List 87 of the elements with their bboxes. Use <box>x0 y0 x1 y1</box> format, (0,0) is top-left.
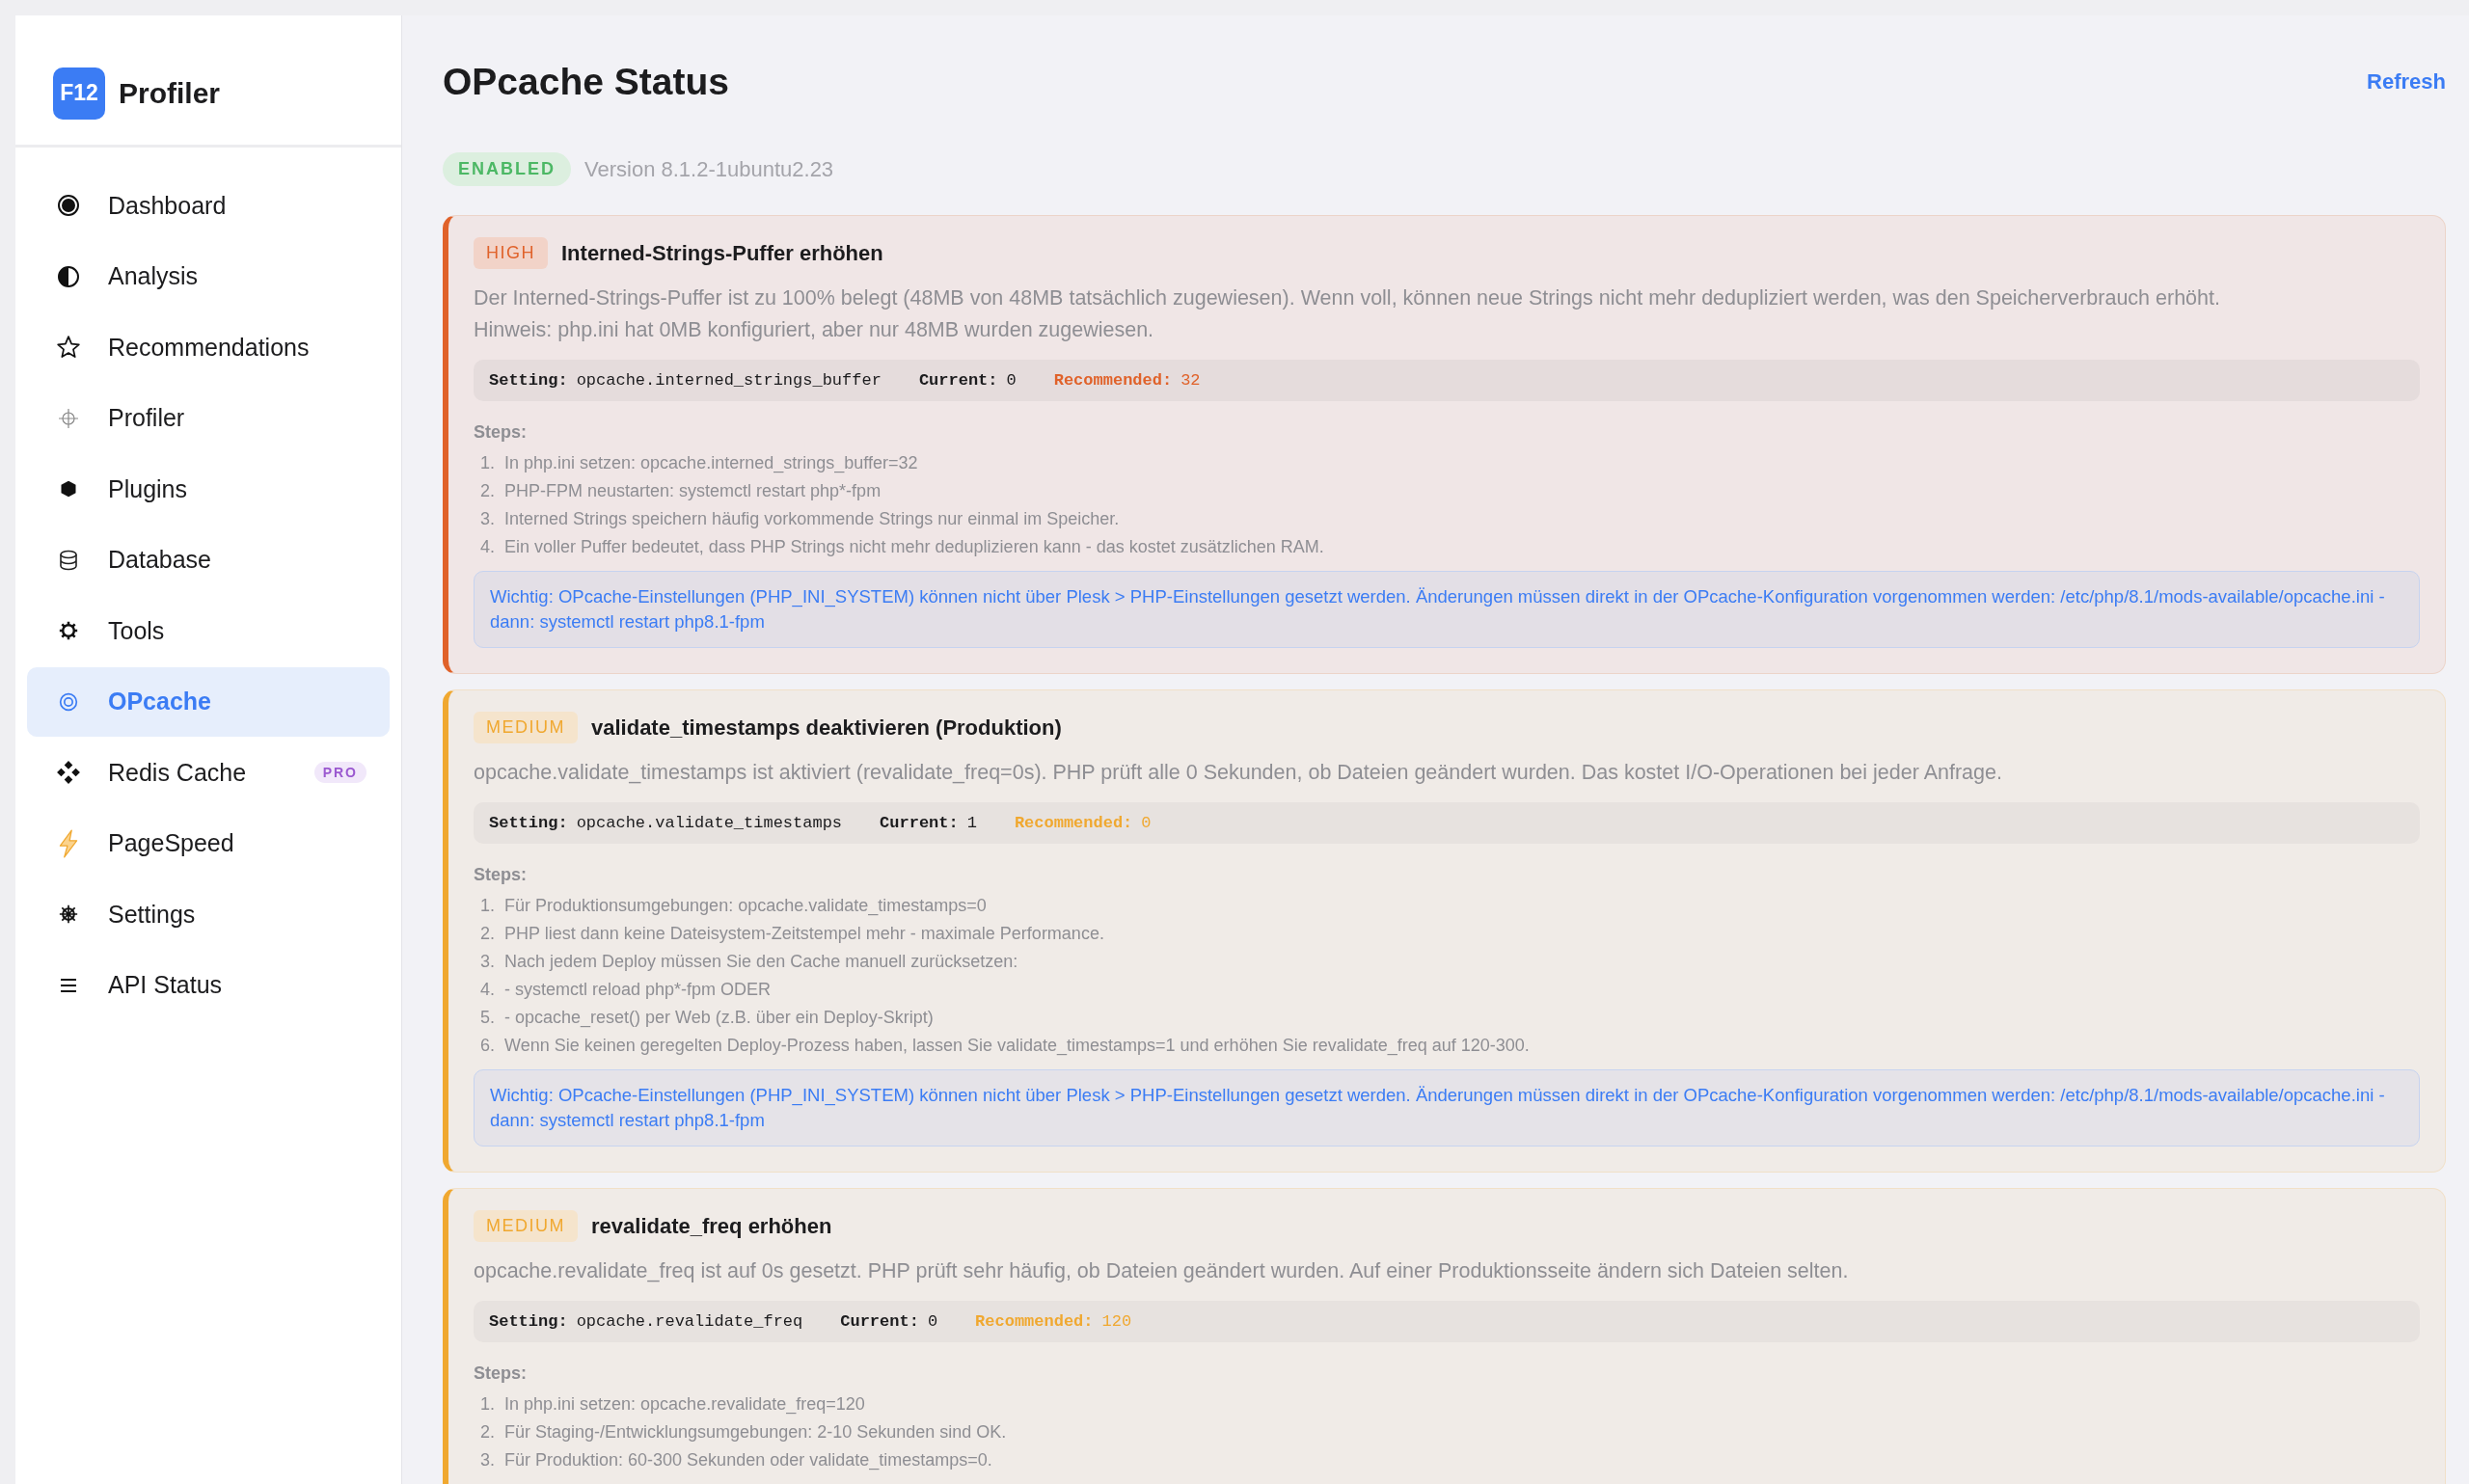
recommendation-description: Der Interned-Strings-Puffer ist zu 100% belegt (48MB von 48MB tatsächlich zugewiesen). Wenn voll, können neue Strings nicht mehr dedupliziert werden, was den Speicherverbrauch erhöht. Hinweis: php.ini hat 0MB konfiguriert, aber nur 48MB wurden zugewiesen. <box>474 285 2221 343</box>
setting-label: Setting: <box>489 371 568 390</box>
step-number: 5. <box>479 1007 495 1028</box>
pro-badge: PRO <box>313 762 366 783</box>
radio-circle-icon <box>57 194 80 217</box>
ship-wheel-icon <box>59 904 78 924</box>
sidebar-item[interactable]: Database <box>27 525 390 595</box>
database-icon <box>59 549 78 571</box>
sidebar-item[interactable]: Analysis <box>27 241 390 311</box>
severity-badge: MEDIUM <box>474 712 578 743</box>
recommendation-description: opcache.revalidate_freq ist auf 0s gesetzt. PHP prüft sehr häufig, ob Dateien geändert wurden. Auf einer Produktionsseite ändern sich Dateien selten. <box>474 1258 1850 1284</box>
sidebar-item[interactable]: Tools <box>27 596 390 665</box>
current-label: Current: <box>840 1312 919 1331</box>
recommendation-title: validate_timestamps deaktivieren (Produktion) <box>591 715 1062 741</box>
setting-value: opcache.validate_timestamps <box>576 814 843 832</box>
step-number: 6. <box>479 1035 495 1056</box>
hexagon-icon <box>59 479 78 499</box>
current-value: 1 <box>966 814 977 832</box>
star-icon <box>56 335 81 360</box>
step-text: Für Produktion: 60-300 Sekunden oder validate_timestamps=0. <box>504 1449 992 1471</box>
sidebar-item[interactable]: Settings <box>27 879 390 949</box>
page-title: OPcache Status <box>443 61 729 103</box>
step-number: 4. <box>479 536 495 557</box>
app-logo: F12 <box>53 67 105 120</box>
setting-value: opcache.revalidate_freq <box>576 1312 803 1331</box>
recommendation-title: revalidate_freq erhöhen <box>591 1213 832 1239</box>
sidebar-item[interactable]: PageSpeed <box>27 808 390 878</box>
diamonds-icon <box>56 760 81 785</box>
steps-heading: Steps: <box>474 865 528 885</box>
sidebar-item[interactable]: Recommendations <box>27 312 390 382</box>
recommended-value: 0 <box>1141 814 1152 832</box>
app-name: Profiler <box>119 76 221 110</box>
severity-badge: HIGH <box>474 237 548 269</box>
recommended-value: 120 <box>1101 1312 1132 1331</box>
step-number: 3. <box>479 1449 495 1471</box>
sidebar-item[interactable]: Redis Cache PRO <box>27 738 390 807</box>
step-number: 3. <box>479 951 495 972</box>
recommended-label: Recommended: <box>1053 371 1173 390</box>
half-circle-icon <box>57 264 80 288</box>
step-text: Nach jedem Deploy müssen Sie den Cache manuell zurücksetzen: <box>504 951 1018 972</box>
step-text: Für Staging-/Entwicklungsumgebungen: 2-10 Sekunden sind OK. <box>504 1421 1007 1443</box>
version-text: Version 8.1.2-1ubuntu2.23 <box>584 156 834 182</box>
menu-icon <box>60 977 77 993</box>
recommendation-title: Interned-Strings-Puffer erhöhen <box>561 240 883 266</box>
step-text: Wenn Sie keinen geregelten Deploy-Prozess haben, lassen Sie validate_timestamps=1 und erhöhen Sie revalidate_freq auf 120-300. <box>504 1035 1530 1056</box>
steps-heading: Steps: <box>474 1363 528 1384</box>
setting-value: opcache.interned_strings_buffer <box>576 371 882 390</box>
step-number: 1. <box>479 452 495 473</box>
step-number: 2. <box>479 480 495 501</box>
sidebar-item[interactable]: Plugins <box>27 454 390 524</box>
current-label: Current: <box>918 371 998 390</box>
recommended-value: 32 <box>1180 371 1201 390</box>
refresh-link[interactable]: Refresh <box>2367 69 2446 94</box>
step-text: In php.ini setzen: opcache.interned_strings_buffer=32 <box>504 452 918 473</box>
step-text: - opcache_reset() per Web (z.B. über ein Deploy-Skript) <box>504 1007 934 1028</box>
step-text: Ein voller Puffer bedeutet, dass PHP Strings nicht mehr deduplizieren kann - das kostet zusätzlichen RAM. <box>504 536 1324 557</box>
current-value: 0 <box>927 1312 938 1331</box>
severity-badge: MEDIUM <box>474 1210 578 1242</box>
current-value: 0 <box>1006 371 1017 390</box>
step-text: PHP-FPM neustarten: systemctl restart php*-fpm <box>504 480 882 501</box>
setting-label: Setting: <box>489 814 568 832</box>
step-number: 2. <box>479 1421 495 1443</box>
step-text: Interned Strings speichern häufig vorkommende Strings nur einmal im Speicher. <box>504 508 1120 529</box>
sidebar-item[interactable]: API Status <box>27 950 390 1020</box>
status-badge: ENABLED <box>443 152 571 186</box>
info-note: Wichtig: OPcache-Einstellungen (PHP_INI_SYSTEM) können nicht über Plesk > PHP-Einstellungen gesetzt werden. Änderungen müssen direkt in der OPcache-Konfiguration vorgenommen werden: /etc/php/8.1/mods-available/opcache.ini - dann: systemctl restart php8.1-fpm <box>474 1069 2420 1147</box>
sidebar-item[interactable]: Profiler <box>27 383 390 453</box>
recommended-label: Recommended: <box>975 1312 1094 1331</box>
setting-label: Setting: <box>489 1312 568 1331</box>
target-icon <box>59 691 78 712</box>
step-text: - systemctl reload php*-fpm ODER <box>504 979 772 1000</box>
crosshair-icon <box>57 406 80 430</box>
steps-heading: Steps: <box>474 422 528 443</box>
recommendation-description: opcache.validate_timestamps ist aktiviert (revalidate_freq=0s). PHP prüft alle 0 Sekunden, ob Dateien geändert wurden. Das kostet I/O-Operationen bei jeder Anfrage. <box>474 760 2003 786</box>
recommended-label: Recommended: <box>1014 814 1133 832</box>
sidebar-item[interactable]: Dashboard <box>27 171 390 240</box>
step-number: 2. <box>479 923 495 944</box>
step-text: In php.ini setzen: opcache.revalidate_freq=120 <box>504 1393 865 1415</box>
step-text: Für Produktionsumgebungen: opcache.validate_timestamps=0 <box>504 895 987 916</box>
step-number: 3. <box>479 508 495 529</box>
current-label: Current: <box>880 814 959 832</box>
step-number: 1. <box>479 1393 495 1415</box>
info-note: Wichtig: OPcache-Einstellungen (PHP_INI_SYSTEM) können nicht über Plesk > PHP-Einstellungen gesetzt werden. Änderungen müssen direkt in der OPcache-Konfiguration vorgenommen werden: /etc/php/8.1/mods-available/opcache.ini - dann: systemctl restart php8.1-fpm <box>474 571 2420 648</box>
step-number: 4. <box>479 979 495 1000</box>
gear-icon <box>59 621 78 640</box>
step-number: 1. <box>479 895 495 916</box>
step-text: PHP liest dann keine Dateisystem-Zeitstempel mehr - maximale Performance. <box>504 923 1104 944</box>
